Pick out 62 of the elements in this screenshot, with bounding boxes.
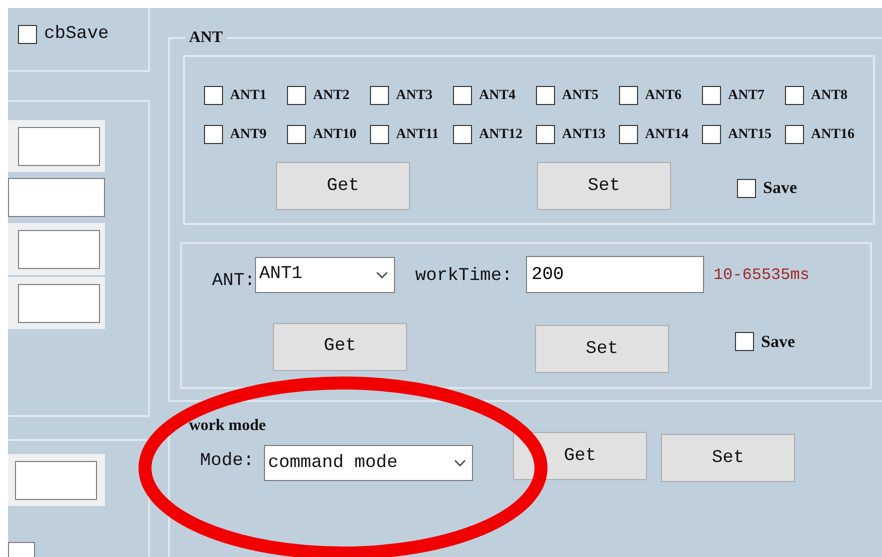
checkbox[interactable] [18, 25, 37, 44]
set-button[interactable]: Set [535, 325, 669, 373]
checkbox-label: ANT9 [230, 126, 267, 144]
checkbox-label: ANT13 [562, 126, 606, 144]
checkbox[interactable] [536, 125, 555, 144]
set-button[interactable]: Set [661, 434, 796, 482]
field-label: ANT: [212, 270, 256, 293]
checkbox-label: ANT1 [230, 87, 267, 105]
get-button[interactable]: Get [273, 322, 407, 370]
text-field[interactable] [8, 178, 105, 217]
checkbox-label: ANT3 [396, 87, 433, 105]
checkbox[interactable] [702, 125, 721, 144]
checkbox-label: Save [761, 330, 795, 353]
checkbox[interactable] [287, 125, 306, 144]
checkbox[interactable] [785, 86, 804, 105]
field-label: Mode: [200, 450, 254, 472]
antenna-dropdown[interactable]: ANT1 [255, 256, 396, 292]
checkbox[interactable] [453, 86, 472, 105]
checkbox[interactable] [737, 178, 756, 198]
checkbox-label: ANT5 [562, 87, 599, 105]
checkbox-label: ANT7 [728, 87, 765, 105]
checkbox-label: ANT12 [479, 126, 523, 144]
checkbox-label: ANT11 [396, 126, 439, 144]
checkbox-label: ANT6 [645, 87, 682, 105]
checkbox[interactable] [370, 86, 389, 105]
text-field[interactable] [8, 542, 35, 557]
checkbox[interactable] [785, 125, 804, 144]
get-button[interactable]: Get [276, 162, 410, 210]
checkbox-label: cbSave [44, 23, 109, 46]
checkbox[interactable] [619, 86, 638, 105]
dropdown-value: command mode [268, 452, 398, 474]
chevron-down-icon[interactable] [376, 270, 388, 278]
text-field[interactable] [15, 460, 97, 500]
text-field[interactable] [18, 126, 100, 166]
set-button[interactable]: Set [537, 162, 671, 210]
field-label: workTime: [415, 265, 512, 288]
checkbox-label: ANT2 [313, 87, 350, 105]
dropdown-value: ANT1 [259, 263, 302, 286]
checkbox[interactable] [287, 86, 306, 105]
checkbox-label: Save [763, 177, 797, 200]
text-field[interactable] [18, 230, 100, 268]
chevron-down-icon[interactable] [454, 459, 466, 467]
checkbox[interactable] [702, 86, 721, 105]
mode-dropdown[interactable]: command mode [264, 445, 474, 481]
range-hint: 10-65535ms [713, 264, 810, 286]
checkbox[interactable] [453, 125, 472, 144]
checkbox-label: ANT14 [645, 126, 689, 144]
text-field[interactable] [18, 284, 100, 322]
checkbox[interactable] [204, 125, 223, 144]
checkbox[interactable] [536, 86, 555, 105]
checkbox-label: ANT10 [313, 126, 357, 144]
checkbox-label: ANT16 [811, 126, 855, 144]
checkbox-label: ANT15 [728, 126, 772, 144]
group-title: work mode [188, 418, 267, 434]
checkbox[interactable] [204, 86, 223, 105]
checkbox[interactable] [370, 125, 389, 144]
group-title: ANT [188, 30, 224, 46]
checkbox-label: ANT8 [811, 87, 848, 105]
checkbox[interactable] [735, 332, 754, 351]
checkbox[interactable] [619, 125, 638, 144]
checkbox-label: ANT4 [479, 87, 516, 105]
work-time-field[interactable]: 200 [526, 256, 704, 293]
